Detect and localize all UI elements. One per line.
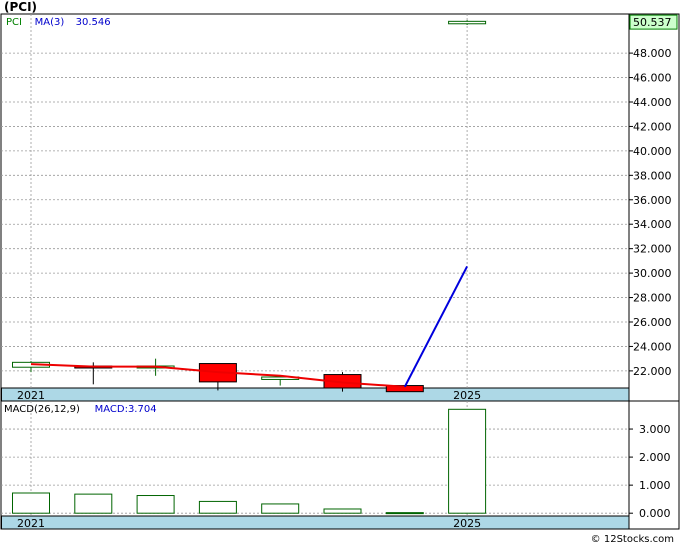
- macd-bar: [261, 503, 300, 514]
- macd-bar: [448, 408, 487, 514]
- price-y-tick-label: 30.000: [633, 267, 672, 280]
- macd-x-axis-band: [1, 515, 630, 530]
- price-y-tick-label: 42.000: [633, 120, 672, 133]
- price-legend-item: MA(3): [35, 17, 65, 28]
- price-legend-item: 30.546: [76, 17, 111, 28]
- macd-legend-item: MACD:3.704: [95, 404, 157, 415]
- price-panel-frame: [0, 13, 680, 402]
- price-y-tick-label: 26.000: [633, 316, 672, 329]
- price-y-tick-label: 46.000: [633, 72, 672, 85]
- price-y-tick-label: 24.000: [633, 340, 672, 353]
- macd-bar: [198, 500, 237, 514]
- price-y-tick-label: 44.000: [633, 96, 672, 109]
- macd-x-tick-label: 2021: [17, 517, 45, 530]
- macd-x-tick-label: 2025: [453, 517, 481, 530]
- macd-y-tick-label: 1.000: [639, 479, 671, 492]
- macd-bar: [74, 493, 113, 514]
- last-price-label: 50.537: [633, 16, 672, 29]
- macd-y-tick-label: 3.000: [639, 423, 671, 436]
- watermark: © 12Stocks.com: [590, 534, 674, 545]
- price-y-tick-label: 28.000: [633, 292, 672, 305]
- macd-bar: [323, 508, 362, 514]
- macd-y-tick-label: 0.000: [639, 507, 671, 520]
- chart-canvas: 22.000 24.000 26.000 28.000 30.000 32.000 34.0…: [0, 13, 680, 530]
- price-y-tick-label: 34.000: [633, 218, 672, 231]
- price-y-tick-label: 36.000: [633, 194, 672, 207]
- macd-y-tick-label: 2.000: [639, 451, 671, 464]
- macd-legend-item: MACD(26,12,9): [4, 404, 80, 415]
- price-x-tick-label: 2025: [453, 389, 481, 402]
- price-y-tick-label: 40.000: [633, 145, 672, 158]
- macd-bar: [12, 492, 50, 514]
- price-x-tick-label: 2021: [17, 389, 45, 402]
- price-y-tick-label: 22.000: [633, 365, 672, 378]
- price-y-tick-label: 38.000: [633, 169, 672, 182]
- price-legend-item: PCI: [6, 17, 22, 28]
- macd-bar: [136, 495, 175, 514]
- ma3-line: [403, 265, 468, 388]
- price-y-tick-label: 48.000: [633, 47, 672, 60]
- price-x-axis-band: [1, 387, 630, 402]
- macd-bar: [385, 512, 424, 515]
- candle-body: [448, 20, 487, 25]
- price-y-tick-label: 32.000: [633, 243, 672, 256]
